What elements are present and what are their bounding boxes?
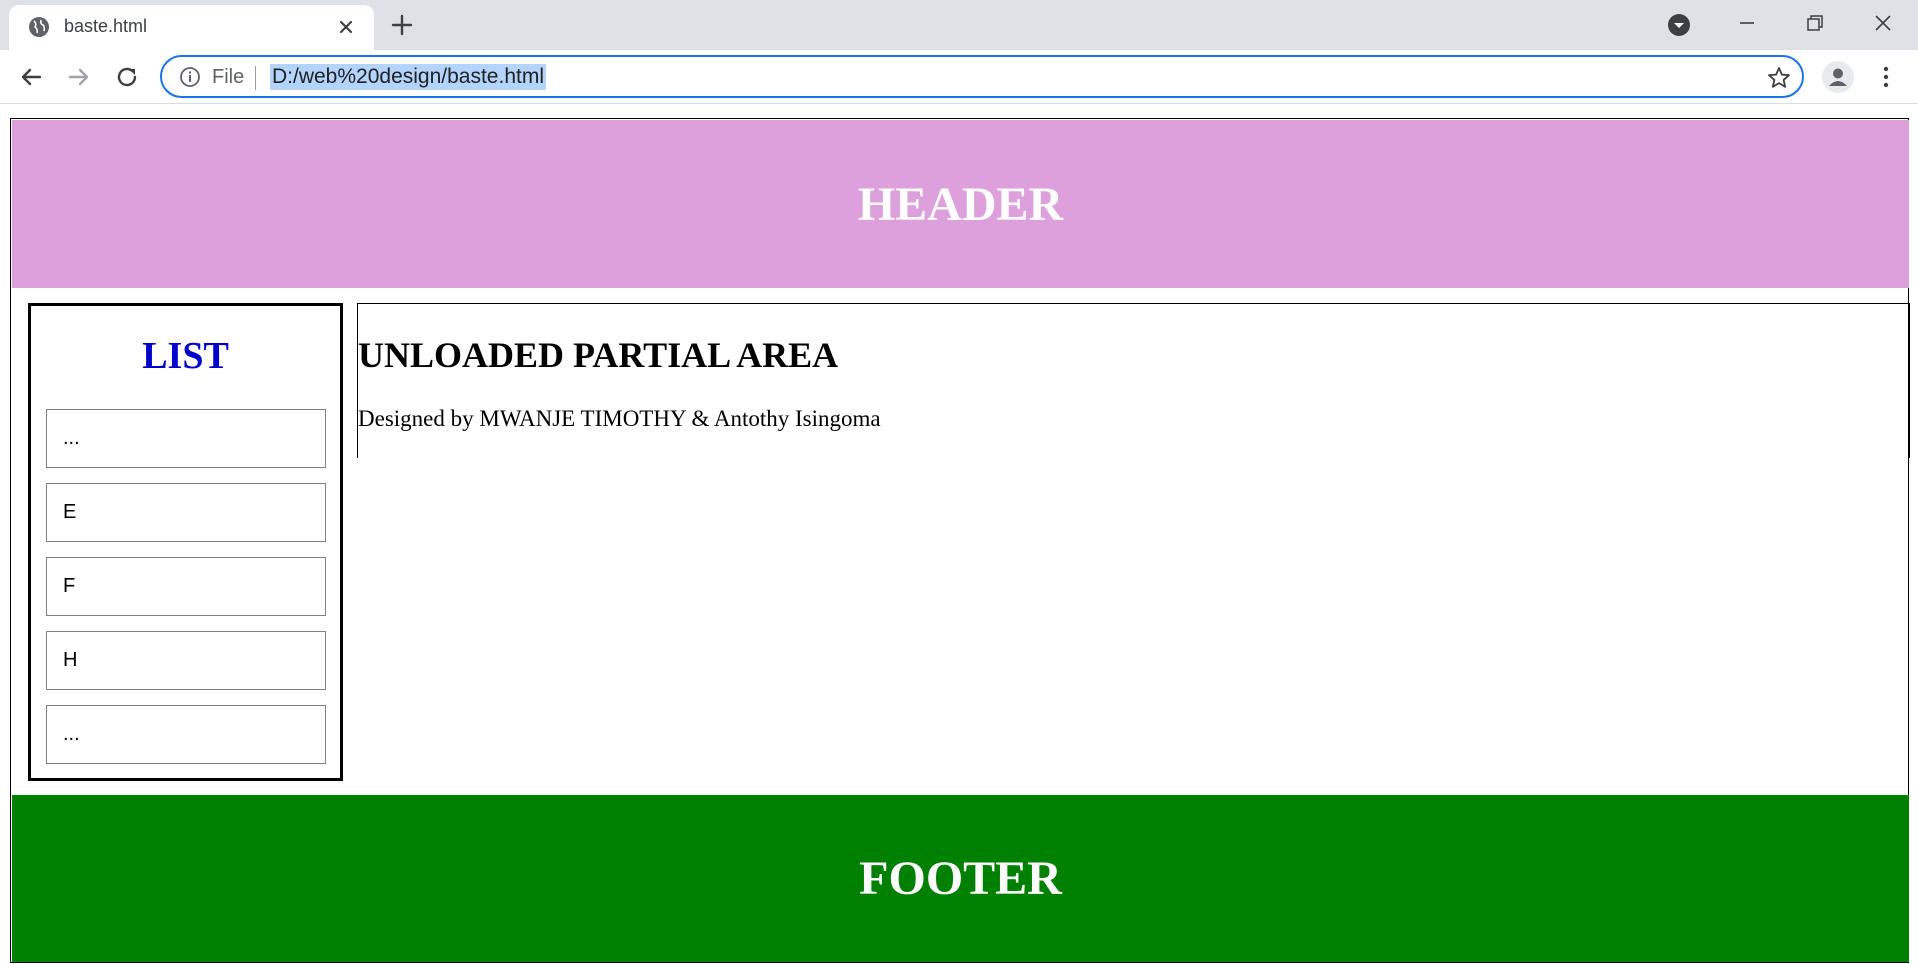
address-bar[interactable]: File D:/web%20design/baste.html [160, 55, 1804, 98]
list-item[interactable]: E [46, 483, 326, 542]
list-title: LIST [142, 335, 229, 377]
browser-toolbar: File D:/web%20design/baste.html [0, 50, 1918, 104]
close-tab-icon[interactable] [333, 14, 359, 40]
list-item[interactable]: ... [46, 409, 326, 468]
page-container: HEADER LIST ... E F H ... UNLOADED PARTI… [10, 118, 1910, 963]
tab-search-icon[interactable] [1666, 12, 1692, 38]
page-viewport: HEADER LIST ... E F H ... UNLOADED PARTI… [0, 105, 1918, 964]
credit-text: Designed by MWANJE TIMOTHY & Antothy Isi… [358, 406, 881, 431]
person-icon [1829, 68, 1847, 86]
content-area: UNLOADED PARTIAL AREA Designed by MWANJE… [357, 303, 1910, 458]
tab-strip: baste.html [0, 0, 1918, 50]
list-item[interactable]: F [46, 557, 326, 616]
bookmark-star-icon[interactable] [1766, 65, 1792, 91]
new-tab-icon[interactable] [388, 11, 416, 39]
globe-icon [29, 17, 49, 37]
kebab-menu-icon[interactable] [1872, 63, 1900, 91]
back-arrow-icon[interactable] [16, 62, 46, 92]
forward-arrow-icon[interactable] [64, 62, 94, 92]
tab-title: baste.html [64, 16, 148, 36]
browser-tab[interactable]: baste.html [9, 5, 374, 50]
footer-title: FOOTER [859, 852, 1062, 905]
header-title: HEADER [857, 177, 1064, 231]
scheme-label: File [212, 66, 245, 88]
restore-icon[interactable] [1800, 8, 1830, 38]
list-item[interactable]: H [46, 631, 326, 690]
list-item[interactable]: ... [46, 705, 326, 764]
profile-avatar[interactable] [1822, 61, 1854, 93]
page-footer: FOOTER [12, 795, 1909, 962]
close-window-icon[interactable] [1868, 8, 1898, 38]
reload-icon[interactable] [112, 62, 142, 92]
sidebar-list: LIST ... E F H ... [28, 303, 343, 781]
page-header: HEADER [12, 120, 1909, 288]
scheme-separator [255, 66, 256, 90]
minimize-icon[interactable] [1732, 8, 1762, 38]
info-icon[interactable] [178, 65, 202, 89]
url-text[interactable]: D:/web%20design/baste.html [270, 64, 546, 90]
content-title: UNLOADED PARTIAL AREA [358, 335, 839, 375]
